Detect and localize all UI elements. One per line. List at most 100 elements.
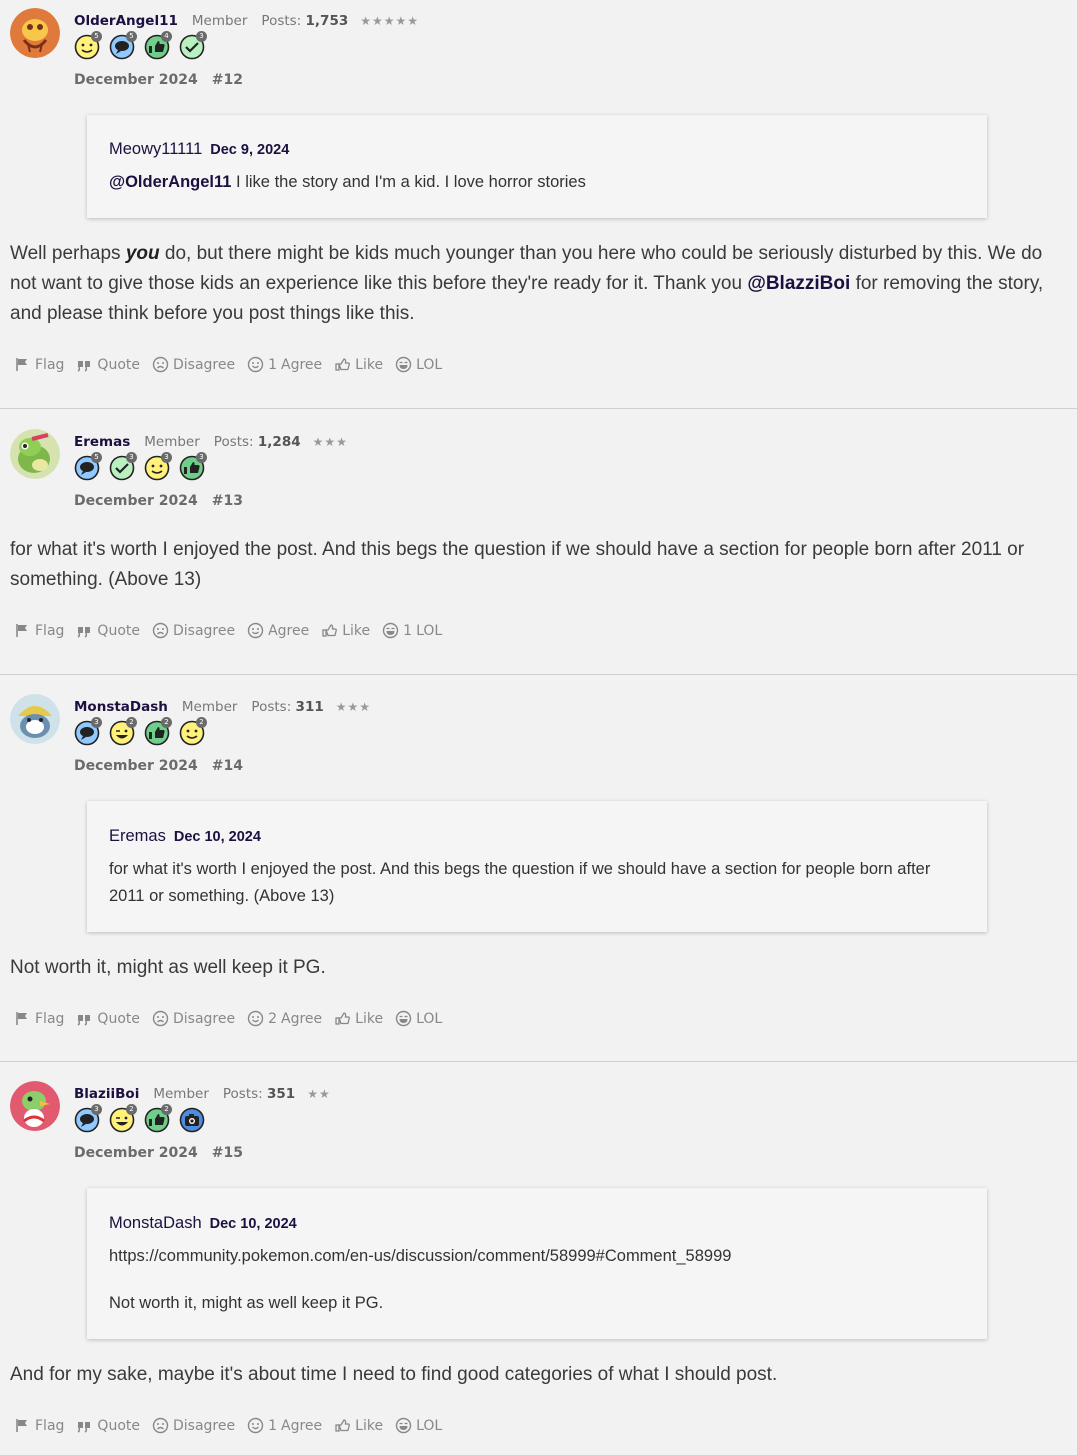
like-label: Like (355, 356, 384, 373)
quote-author[interactable]: Eremas (109, 827, 166, 845)
flag-label: Flag (35, 1010, 65, 1027)
rank-stars: ★★★ (312, 435, 348, 449)
thumbs-up-icon (334, 356, 351, 373)
avatar[interactable] (10, 8, 60, 58)
post-date[interactable]: December 2024 (74, 493, 198, 509)
lol-button[interactable]: LOL (395, 1417, 442, 1434)
flag-button[interactable]: Flag (14, 1417, 64, 1434)
post-count-label: Posts: (222, 1086, 263, 1102)
mention-link[interactable]: @OlderAngel11 (109, 173, 231, 191)
frown-icon (152, 1010, 169, 1027)
smiley-badge-icon[interactable]: 3 (144, 452, 172, 481)
smile-icon (247, 356, 264, 373)
lol-count: 1 (403, 622, 413, 639)
quote-date[interactable]: Dec 9, 2024 (210, 142, 289, 158)
post-count: Posts: 351 (223, 1086, 295, 1102)
quote-author[interactable]: Meowy11111 (109, 140, 202, 158)
disagree-button[interactable]: Disagree (152, 356, 235, 373)
flag-label: Flag (35, 622, 65, 639)
smiley-badge-icon[interactable]: 2 (179, 717, 207, 746)
badge-level: 3 (91, 1104, 102, 1115)
thumbs-up-badge-icon[interactable]: 2 (144, 1104, 172, 1133)
post-number[interactable]: #15 (212, 1145, 243, 1161)
frown-icon (152, 1417, 169, 1434)
comment-badge-icon[interactable]: 3 (74, 1104, 102, 1133)
user-rank: Member (153, 1086, 209, 1102)
username[interactable]: OlderAngel11 (74, 13, 178, 29)
flag-button[interactable]: Flag (14, 1010, 64, 1027)
post-number[interactable]: #14 (212, 758, 243, 774)
quote-button[interactable]: Quote (76, 622, 140, 639)
camera-badge-icon[interactable] (179, 1107, 205, 1133)
comment-badge-icon[interactable]: 5 (74, 452, 102, 481)
flag-button[interactable]: Flag (14, 356, 64, 373)
avatar[interactable] (10, 1081, 60, 1131)
post-count-value: 1,753 (305, 13, 349, 29)
post-date-line: December 2024 #12 (74, 72, 243, 88)
mention-link[interactable]: @BlazziBoi (747, 273, 850, 294)
agree-button[interactable]: Agree (247, 622, 309, 639)
thumbs-up-badge-icon[interactable]: 4 (144, 31, 172, 60)
username[interactable]: BlaziiBoi (74, 1086, 139, 1102)
post-date[interactable]: December 2024 (74, 758, 198, 774)
quote-link[interactable]: https://community.pokemon.com/en-us/disc… (109, 1243, 965, 1270)
post-text: Well perhaps (10, 243, 126, 264)
avatar[interactable] (10, 694, 60, 744)
quote-button[interactable]: Quote (76, 1417, 140, 1434)
post-number[interactable]: #12 (212, 72, 243, 88)
username[interactable]: MonstaDash (74, 699, 168, 715)
disagree-button[interactable]: Disagree (152, 1010, 235, 1027)
agree-count: 1 (268, 356, 278, 373)
disagree-button[interactable]: Disagree (152, 622, 235, 639)
badge-level: 3 (161, 452, 172, 463)
quote-text: Not worth it, might as well keep it PG. (109, 1294, 384, 1312)
smiley-badge-icon[interactable]: 5 (74, 31, 102, 60)
post-date[interactable]: December 2024 (74, 1145, 198, 1161)
username[interactable]: Eremas (74, 434, 130, 450)
comment-badge-icon[interactable]: 5 (109, 31, 137, 60)
post-actions: Flag Quote Disagree 1 Agree Like LOL (14, 356, 454, 373)
badge-row: 3 2 2 (74, 1104, 205, 1133)
flag-button[interactable]: Flag (14, 622, 64, 639)
badge-level: 3 (126, 452, 137, 463)
like-button[interactable]: Like (321, 622, 370, 639)
like-button[interactable]: Like (334, 1417, 383, 1434)
badge-level: 2 (161, 1104, 172, 1115)
lol-button[interactable]: LOL (395, 1010, 442, 1027)
quote-icon (76, 622, 93, 639)
lol-button[interactable]: LOL (395, 356, 442, 373)
frown-icon (152, 622, 169, 639)
badge-row: 3 2 2 2 (74, 717, 207, 746)
badge-level: 2 (161, 717, 172, 728)
wink-badge-icon[interactable]: 2 (109, 717, 137, 746)
quote-button[interactable]: Quote (76, 1010, 140, 1027)
agree-button[interactable]: 1 Agree (247, 1417, 322, 1434)
disagree-button[interactable]: Disagree (152, 1417, 235, 1434)
post-date[interactable]: December 2024 (74, 72, 198, 88)
quote-date[interactable]: Dec 10, 2024 (174, 829, 261, 845)
comment-badge-icon[interactable]: 3 (74, 717, 102, 746)
laugh-icon (395, 1417, 412, 1434)
lol-button[interactable]: 1 LOL (382, 622, 442, 639)
wink-badge-icon[interactable]: 2 (109, 1104, 137, 1133)
check-badge-icon[interactable]: 3 (109, 452, 137, 481)
post: Eremas Member Posts: 1,284 ★★★ 5 3 3 3 D… (0, 409, 1077, 675)
badge-level: 2 (126, 1104, 137, 1115)
agree-button[interactable]: 1 Agree (247, 356, 322, 373)
quote-button[interactable]: Quote (76, 356, 140, 373)
quote-author[interactable]: MonstaDash (109, 1214, 202, 1232)
like-label: Like (355, 1010, 384, 1027)
agree-button[interactable]: 2 Agree (247, 1010, 322, 1027)
agree-label: Agree (281, 1417, 323, 1434)
avatar[interactable] (10, 429, 60, 479)
like-button[interactable]: Like (334, 1010, 383, 1027)
thumbs-up-badge-icon[interactable]: 3 (179, 452, 207, 481)
post-count-label: Posts: (213, 434, 254, 450)
quote-date[interactable]: Dec 10, 2024 (210, 1216, 297, 1232)
like-button[interactable]: Like (334, 356, 383, 373)
disagree-label: Disagree (172, 356, 236, 373)
check-badge-icon[interactable]: 3 (179, 31, 207, 60)
thumbs-up-icon (334, 1417, 351, 1434)
thumbs-up-badge-icon[interactable]: 2 (144, 717, 172, 746)
post-number[interactable]: #13 (212, 493, 243, 509)
